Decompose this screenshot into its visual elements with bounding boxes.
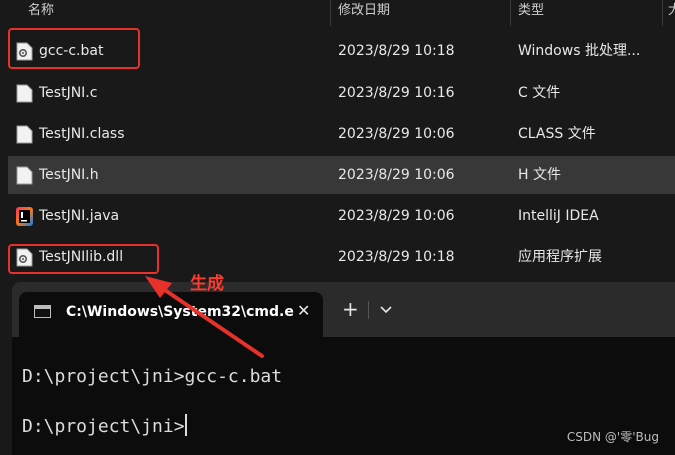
- file-name: TestJNI.h: [39, 167, 99, 183]
- file-date: 2023/8/29 10:06: [338, 126, 455, 142]
- file-name: TestJNI.class: [39, 126, 125, 142]
- highlight-box-gcc-c-bat: [8, 28, 140, 69]
- file-type: 应用程序扩展: [518, 249, 602, 265]
- file-row-testjni-h[interactable]: TestJNI.h 2023/8/29 10:06 H 文件: [8, 156, 675, 194]
- document-icon: [16, 166, 33, 185]
- file-date: 2023/8/29 10:18: [338, 249, 455, 265]
- document-icon: [16, 125, 33, 144]
- file-row-testjni-c[interactable]: TestJNI.c 2023/8/29 10:16 C 文件: [8, 74, 675, 112]
- cmd-icon: [34, 305, 51, 318]
- terminal-line-2[interactable]: D:\project\jni>: [22, 414, 187, 437]
- text-cursor: [184, 414, 187, 436]
- file-type: C 文件: [518, 85, 561, 101]
- column-divider[interactable]: [662, 0, 663, 26]
- file-name: TestJNI.java: [39, 208, 120, 224]
- new-tab-button[interactable]: +: [342, 299, 359, 319]
- file-type: Windows 批处理...: [518, 43, 641, 59]
- column-header-size[interactable]: 大: [668, 0, 675, 24]
- column-header-type[interactable]: 类型: [518, 0, 544, 24]
- terminal-tab-bar: C:\Windows\System32\cmd.e ✕ +: [12, 282, 675, 337]
- tab-title: C:\Windows\System32\cmd.e: [66, 304, 294, 320]
- file-date: 2023/8/29 10:06: [338, 167, 455, 183]
- file-date: 2023/8/29 10:16: [338, 85, 455, 101]
- terminal-tab-cmd[interactable]: C:\Windows\System32\cmd.e ✕: [19, 292, 323, 337]
- file-type: IntelliJ IDEA: [518, 208, 599, 224]
- file-name: TestJNI.c: [39, 85, 98, 101]
- annotation-label: 生成: [190, 274, 224, 294]
- column-divider[interactable]: [330, 0, 331, 26]
- file-row-testjni-class[interactable]: TestJNI.class 2023/8/29 10:06 CLASS 文件: [8, 115, 675, 153]
- close-tab-button[interactable]: ✕: [297, 301, 310, 320]
- column-divider[interactable]: [510, 0, 511, 26]
- file-type: H 文件: [518, 167, 561, 183]
- highlight-box-testjnilib-dll: [8, 244, 159, 274]
- file-type: CLASS 文件: [518, 126, 596, 142]
- tab-divider: [368, 301, 369, 319]
- file-row-testjni-java[interactable]: TestJNI.java 2023/8/29 10:06 IntelliJ ID…: [8, 197, 675, 235]
- column-header-name[interactable]: 名称: [28, 0, 54, 24]
- file-explorer: 名称 修改日期 类型 大 gcc-c.bat 2023/8/29 10:18 W…: [0, 0, 675, 282]
- prompt-text: D:\project\jni>: [22, 416, 185, 437]
- terminal-line-1: D:\project\jni>gcc-c.bat: [22, 366, 283, 387]
- watermark: CSDN @'零'Bug: [566, 430, 659, 444]
- document-icon: [16, 84, 33, 103]
- file-date: 2023/8/29 10:06: [338, 208, 455, 224]
- chevron-down-icon[interactable]: [379, 302, 393, 316]
- file-date: 2023/8/29 10:18: [338, 43, 455, 59]
- column-header-modified[interactable]: 修改日期: [338, 0, 390, 24]
- intellij-icon: [16, 207, 33, 226]
